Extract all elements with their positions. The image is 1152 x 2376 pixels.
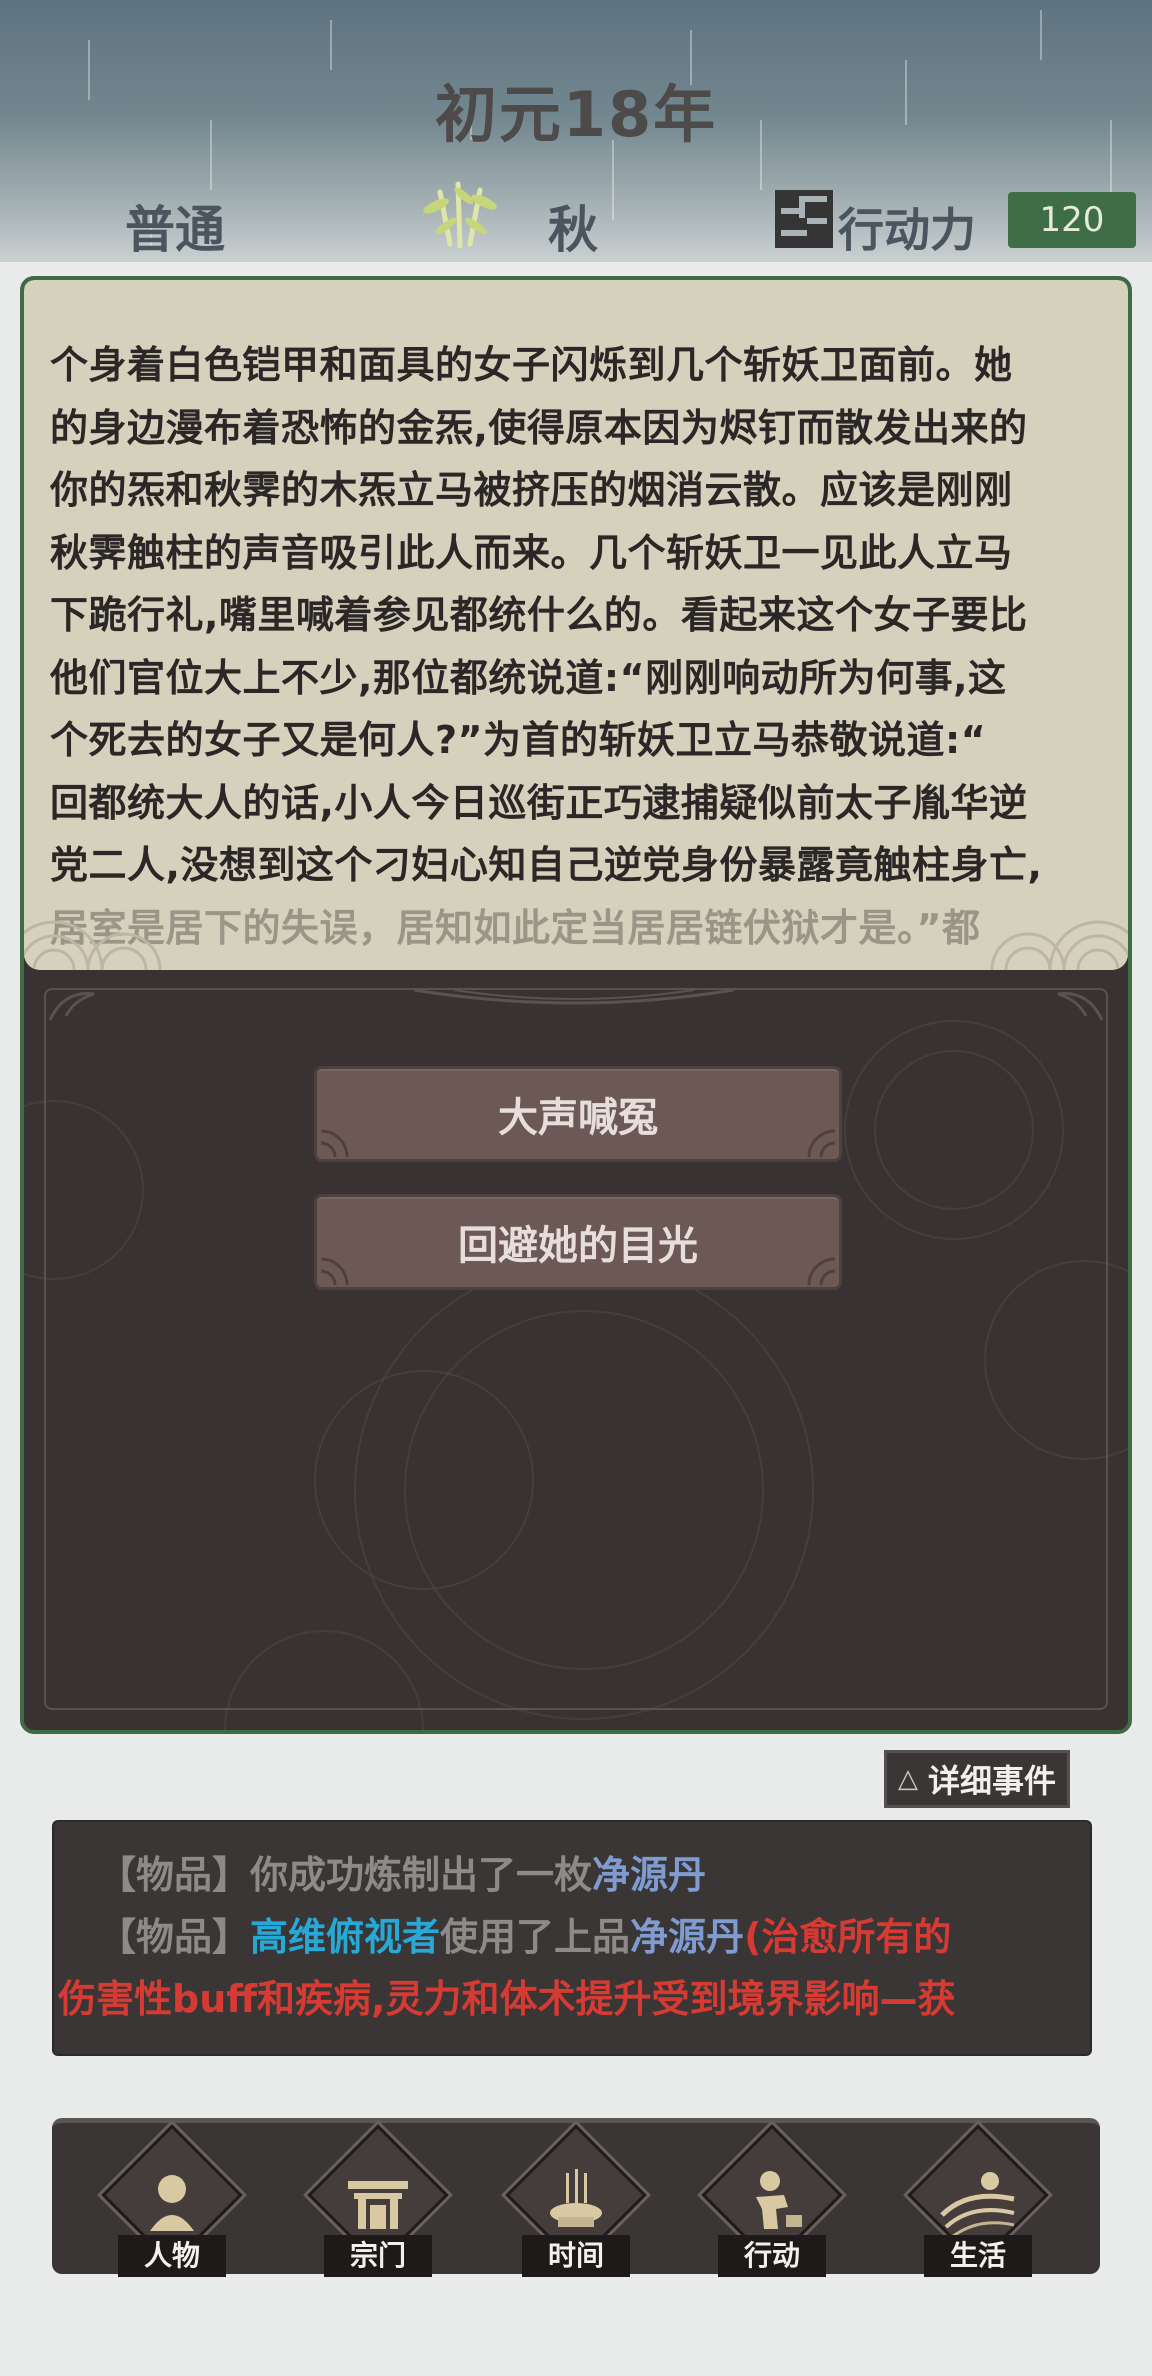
log-text: 你成功炼制出了一枚 <box>250 1853 593 1897</box>
choice-button-2[interactable]: 回避她的目光 <box>314 1194 842 1290</box>
grid-glyph-icon <box>775 190 833 248</box>
nav-item-character[interactable]: 人物 <box>86 2124 243 2279</box>
year-title: 初元18年 <box>434 78 718 151</box>
action-points-value: 120 <box>1008 192 1136 248</box>
nav-label: 行动 <box>718 2235 826 2277</box>
triangle-icon: △ <box>897 1764 918 1794</box>
nav-label: 宗门 <box>324 2235 432 2277</box>
log-tag: 【物品】 <box>98 1853 251 1897</box>
log-tag: 【物品】 <box>98 1915 251 1959</box>
landscape-icon <box>940 2172 1015 2239</box>
nav-item-sect[interactable]: 宗门 <box>292 2124 449 2279</box>
log-line: 【物品】你成功炼制出了一枚净源丹 <box>98 1844 1070 1906</box>
cloud-corner-icon <box>321 1257 349 1285</box>
log-actor-name: 高维俯视者 <box>250 1915 441 1959</box>
nav-item-action[interactable]: 行动 <box>686 2124 843 2279</box>
nav-item-life[interactable]: 生活 <box>892 2124 1049 2279</box>
action-points-label: 行动力 <box>838 203 976 257</box>
story-line: 他们官位大上不少,那位都统说道:“刚刚响动所为何事,这 <box>50 655 1007 700</box>
bottom-nav: 人物 宗门 时间 行动 生活 <box>52 2118 1100 2277</box>
nav-label: 时间 <box>522 2235 630 2277</box>
log-item-name: 净源丹 <box>592 1853 707 1897</box>
gate-icon <box>348 2181 408 2229</box>
story-line: 下跪行礼,嘴里喊着参见都统什么的。看起来这个女子要比 <box>50 593 1028 637</box>
nav-item-time[interactable]: 时间 <box>490 2124 647 2279</box>
log-line: 【物品】高维俯视者使用了上品净源丹(治愈所有的 <box>98 1906 1070 1968</box>
nav-label: 人物 <box>118 2235 226 2277</box>
event-panel: 个身着白色铠甲和面具的女子闪烁到几个斩妖卫面前。她 的身边漫布着恐怖的金炁,使得… <box>20 276 1132 1734</box>
story-line: 居室是居下的失误，居知如此定当居居链伏狱才是。”都 <box>50 905 981 950</box>
choice-label: 回避她的目光 <box>458 1223 698 1269</box>
log-line: 伤害性buff和疾病,灵力和体术提升受到境界影响—获 <box>58 1968 1070 2030</box>
person-icon <box>150 2175 194 2231</box>
bamboo-icon <box>423 181 497 249</box>
choice-button-1[interactable]: 大声喊冤 <box>314 1066 842 1162</box>
log-effect: (治愈所有的 <box>744 1915 952 1959</box>
season-label: 秋 <box>548 201 598 259</box>
detail-events-label: 详细事件 <box>927 1762 1056 1800</box>
story-line: 个身着白色铠甲和面具的女子闪烁到几个斩妖卫面前。她 <box>50 343 1013 387</box>
difficulty-mode: 普通 <box>125 201 225 259</box>
log-effect: 伤害性buff和疾病,灵力和体术提升受到境界影响—获 <box>58 1977 956 2021</box>
action-icon <box>756 2171 802 2229</box>
story-line: 个死去的女子又是何人?”为首的斩妖卫立马恭敬说道:“ <box>50 718 987 762</box>
cloud-corner-icon <box>807 1129 835 1157</box>
story-text-box[interactable]: 个身着白色铠甲和面具的女子闪烁到几个斩妖卫面前。她 的身边漫布着恐怖的金炁,使得… <box>24 280 1128 970</box>
wave-decoration <box>990 920 1128 970</box>
corner-leaf-icon <box>48 992 95 1021</box>
wave-decoration <box>24 920 162 970</box>
story-line: 秋霁触柱的声音吸引此人而来。几个斩妖卫一见此人立马 <box>50 530 1013 575</box>
top-status-bar: 初元18年 普通 秋 行动力 120 <box>0 0 1152 262</box>
detail-events-button[interactable]: △ 详细事件 <box>884 1750 1070 1808</box>
story-text: 个身着白色铠甲和面具的女子闪烁到几个斩妖卫面前。她 的身边漫布着恐怖的金炁,使得… <box>50 334 1110 959</box>
incense-icon <box>550 2169 602 2227</box>
story-line: 回都统大人的话,小人今日巡街正巧逮捕疑似前太子胤华逆 <box>50 780 1028 825</box>
nav-label: 生活 <box>924 2235 1032 2277</box>
ornament-divider <box>414 988 734 1005</box>
cloud-corner-icon <box>321 1129 349 1157</box>
log-item-name: 净源丹 <box>630 1915 745 1959</box>
log-text: 使用了上品 <box>440 1915 631 1959</box>
story-line: 的身边漫布着恐怖的金炁,使得原本因为烬钉而散发出来的 <box>50 405 1028 450</box>
corner-leaf-icon <box>1057 992 1104 1021</box>
story-line: 党二人,没想到这个刁妇心知自己逆党身份暴露竟触柱身亡, <box>50 843 1043 887</box>
event-log[interactable]: 【物品】你成功炼制出了一枚净源丹 【物品】高维俯视者使用了上品净源丹(治愈所有的… <box>52 1820 1092 2056</box>
choice-label: 大声喊冤 <box>498 1095 658 1141</box>
story-line: 你的炁和秋霁的木炁立马被挤压的烟消云散。应该是刚刚 <box>50 468 1013 512</box>
cloud-corner-icon <box>807 1257 835 1285</box>
